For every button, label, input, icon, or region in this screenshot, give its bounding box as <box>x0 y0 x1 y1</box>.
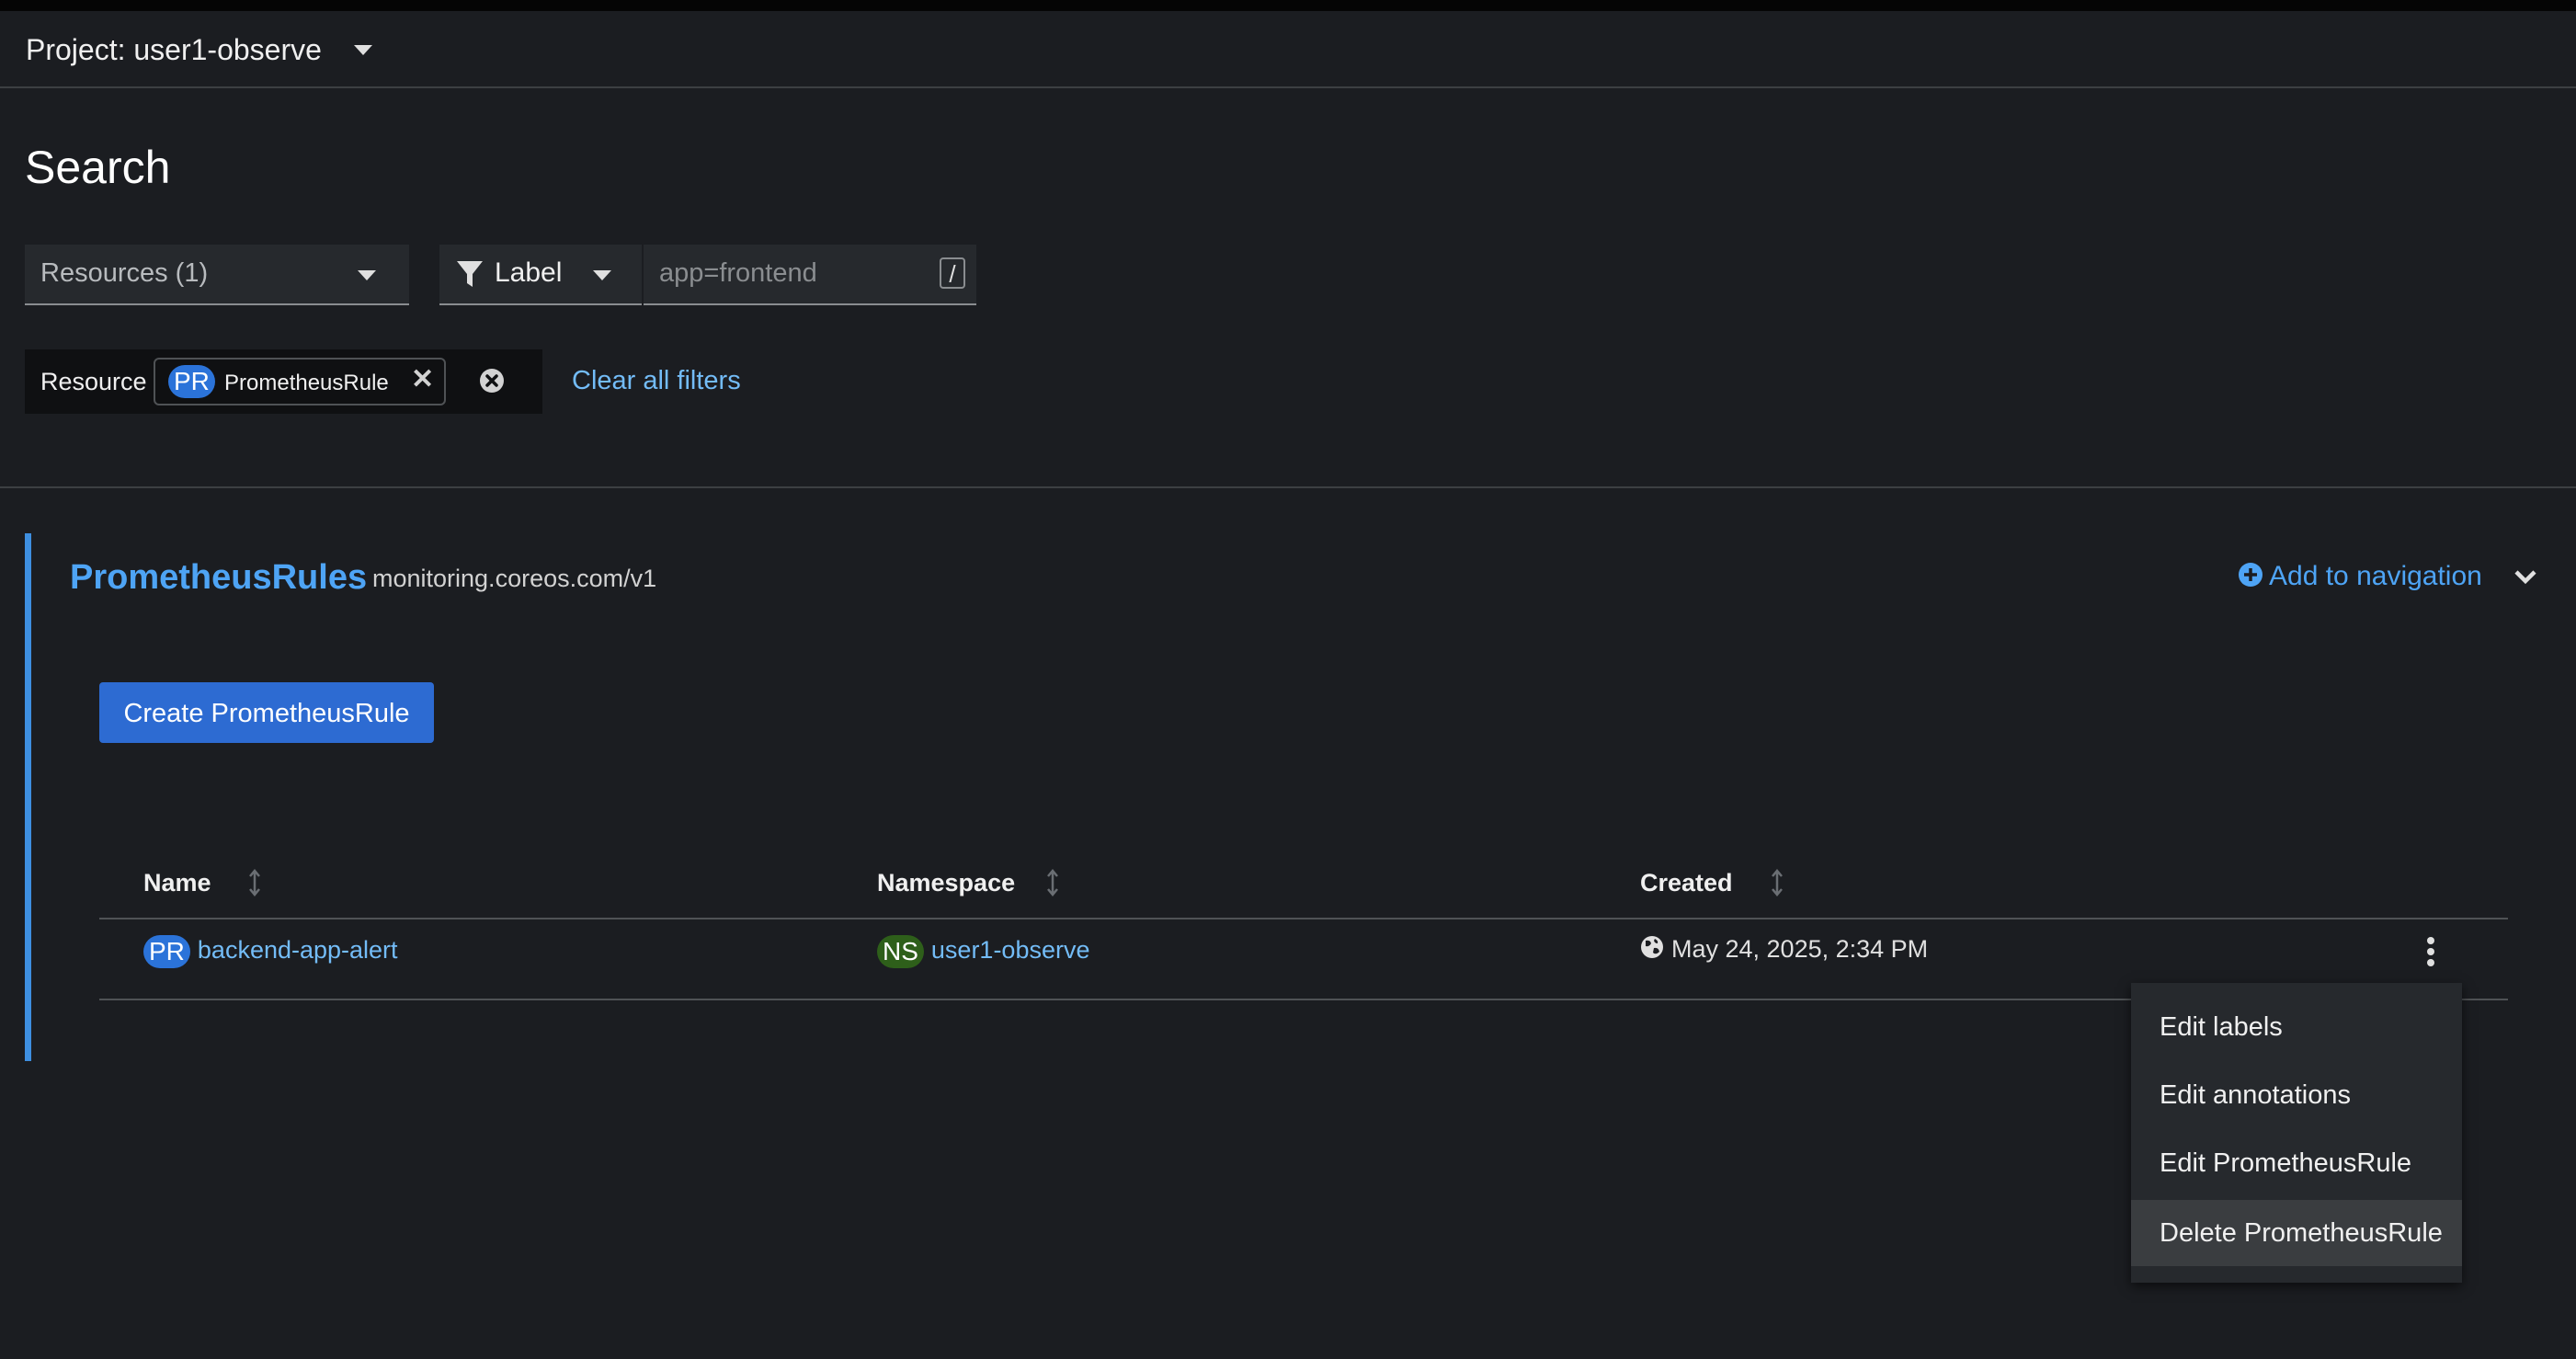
kebab-dropdown-menu: Edit labels Edit annotations Edit Promet… <box>2131 983 2462 1283</box>
menu-item-delete-prometheusrule[interactable]: Delete PrometheusRule <box>2131 1200 2462 1266</box>
column-header-created[interactable]: Created <box>1640 869 1733 897</box>
resources-dropdown[interactable]: Resources (1) <box>25 245 409 305</box>
caret-down-icon <box>358 270 376 280</box>
resource-kind-badge: PR <box>168 365 215 398</box>
resource-kind-badge: PR <box>143 935 190 968</box>
label-search-input[interactable]: app=frontend / <box>644 245 976 305</box>
menu-item-edit-prometheusrule[interactable]: Edit PrometheusRule <box>2131 1130 2462 1196</box>
created-timestamp: May 24, 2025, 2:34 PM <box>1671 935 1929 963</box>
caret-down-icon <box>593 270 611 280</box>
label-search-placeholder: app=frontend <box>659 258 817 288</box>
menu-item-edit-labels[interactable]: Edit labels <box>2131 994 2462 1060</box>
table-cell-created: May 24, 2025, 2:34 PM <box>1640 935 1928 964</box>
resource-section: PrometheusRules monitoring.coreos.com/v1… <box>25 533 2569 1061</box>
namespace-link[interactable]: user1-observe <box>931 936 1090 964</box>
section-title[interactable]: PrometheusRules <box>70 558 367 598</box>
column-header-namespace[interactable]: Namespace <box>877 869 1015 897</box>
resource-filter-chip-group: Resource PR PrometheusRule ✕ <box>25 349 542 414</box>
api-version: monitoring.coreos.com/v1 <box>372 565 657 592</box>
namespace-badge: NS <box>877 935 924 968</box>
plus-circle-icon <box>2239 563 2263 587</box>
divider <box>0 486 2576 488</box>
table-cell-name: PR backend-app-alert <box>143 935 398 968</box>
sort-icon[interactable] <box>1771 869 1784 896</box>
filter-type-label: Label <box>495 257 563 288</box>
resource-chip: PR PrometheusRule ✕ <box>154 358 446 405</box>
project-bar: Project: user1-observe <box>0 11 2576 88</box>
keyboard-shortcut-hint: / <box>940 257 965 289</box>
caret-down-icon[interactable] <box>354 45 372 55</box>
clear-all-filters-link[interactable]: Clear all filters <box>572 366 741 396</box>
resources-dropdown-label: Resources (1) <box>40 258 209 288</box>
add-to-navigation-button[interactable]: Add to navigation <box>2238 561 2482 592</box>
page-title: Search <box>25 142 171 193</box>
clear-chip-group-icon[interactable] <box>478 367 506 394</box>
menu-item-edit-annotations[interactable]: Edit annotations <box>2131 1062 2462 1128</box>
sort-icon[interactable] <box>1046 869 1059 896</box>
table-header-divider <box>99 918 2508 919</box>
globe-icon <box>1641 936 1663 958</box>
resource-name-link[interactable]: backend-app-alert <box>198 936 398 964</box>
project-selector-label[interactable]: Project: user1-observe <box>26 29 322 70</box>
filter-type-dropdown[interactable]: Label <box>439 245 642 305</box>
kebab-menu-icon[interactable] <box>2425 936 2436 967</box>
create-prometheusrule-button[interactable]: Create PrometheusRule <box>99 682 434 743</box>
chip-remove-icon[interactable]: ✕ <box>411 363 434 395</box>
resource-chip-label: PrometheusRule <box>224 371 389 395</box>
filter-icon <box>457 261 483 287</box>
chevron-down-icon[interactable] <box>2513 568 2537 587</box>
chip-group-category: Resource <box>40 368 147 395</box>
sort-icon[interactable] <box>248 869 261 896</box>
top-masthead-strip <box>0 0 2576 11</box>
column-header-name[interactable]: Name <box>143 869 211 897</box>
add-to-navigation-label: Add to navigation <box>2269 561 2482 591</box>
table-cell-namespace: NS user1-observe <box>877 935 1090 968</box>
